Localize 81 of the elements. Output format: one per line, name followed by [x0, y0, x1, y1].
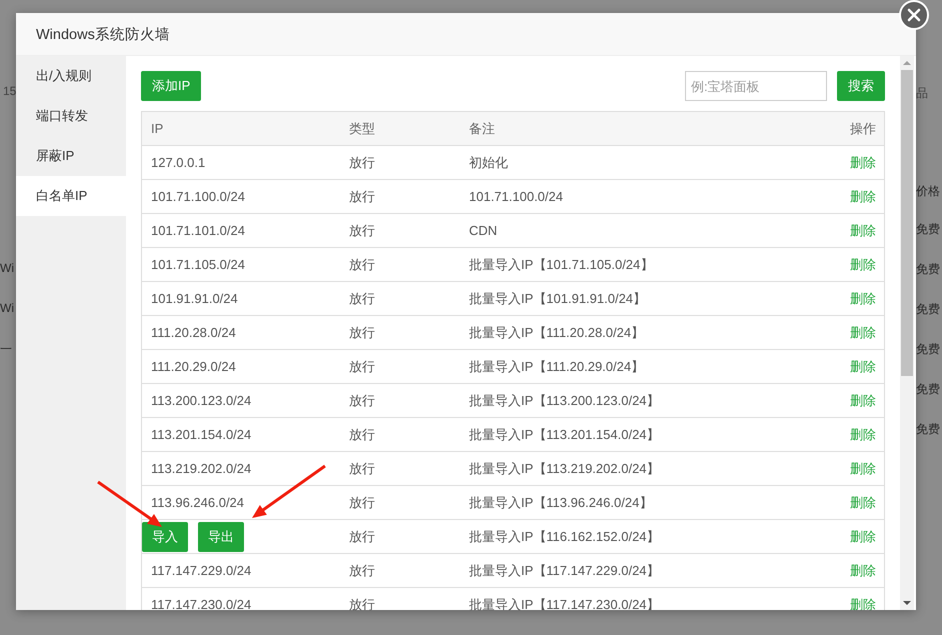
table-cell-text: 117.147.230.0/24: [150, 597, 252, 610]
sidebar-item[interactable]: 屏蔽IP: [16, 136, 126, 176]
table-cell-text: 111.20.28.0/24: [150, 325, 237, 340]
background-text: 免费: [916, 261, 940, 278]
column-header: 操作: [849, 120, 877, 138]
table-cell-text: 批量导入IP【113.201.154.0/24】: [468, 426, 661, 444]
delete-link[interactable]: 删除: [850, 188, 876, 204]
delete-link[interactable]: 删除: [850, 528, 876, 544]
background-text: 价格: [916, 183, 940, 200]
column-header: 类型: [348, 120, 376, 138]
table-cell-text: 101.71.100.0/24: [150, 189, 246, 204]
background-text: 免费: [916, 301, 940, 318]
table-cell-text: 放行: [348, 426, 376, 444]
delete-link[interactable]: 删除: [850, 392, 876, 408]
background-text: 15: [3, 84, 16, 98]
column-header: IP: [150, 121, 164, 136]
delete-link[interactable]: 删除: [850, 596, 876, 610]
table-cell-text: CDN: [468, 223, 498, 238]
import-button[interactable]: 导入: [142, 522, 188, 552]
table-cell-text: 111.20.29.0/24: [150, 359, 237, 374]
table-cell-text: 批量导入IP【113.96.246.0/24】: [468, 494, 654, 512]
background-text: 免费: [916, 221, 940, 238]
table-cell-text: 放行: [348, 562, 376, 580]
table-cell-text: 113.200.123.0/24: [150, 393, 252, 408]
table-cell-text: 117.147.229.0/24: [150, 563, 252, 578]
table-cell-text: 放行: [348, 188, 376, 206]
search-button[interactable]: 搜索: [837, 71, 885, 101]
delete-link[interactable]: 删除: [850, 562, 876, 578]
table-cell-text: 127.0.0.1: [150, 155, 206, 170]
delete-link[interactable]: 删除: [850, 358, 876, 374]
table-cell-text: 批量导入IP【101.91.91.0/24】: [468, 290, 648, 308]
table-cell-text: 放行: [348, 222, 376, 240]
table-cell-text: 批量导入IP【101.71.105.0/24】: [468, 256, 654, 274]
background-text: 一: [0, 341, 12, 358]
delete-link[interactable]: 删除: [850, 154, 876, 170]
table-cell-text: 101.71.105.0/24: [150, 257, 246, 272]
background-text: Wi: [0, 301, 14, 315]
table-cell-text: 放行: [348, 154, 376, 172]
table-cell-text: 放行: [348, 324, 376, 342]
table-cell-text: 放行: [348, 392, 376, 410]
table-cell-text: 101.91.91.0/24: [150, 291, 239, 306]
search-field[interactable]: 例:宝塔面板: [685, 71, 827, 101]
background-text: 品: [916, 85, 928, 102]
table-cell-text: 放行: [348, 528, 376, 546]
delete-link[interactable]: 删除: [850, 222, 876, 238]
table-cell-text: 批量导入IP【111.20.29.0/24】: [468, 358, 646, 376]
table-cell-text: 放行: [348, 494, 376, 512]
table-cell-text: 批量导入IP【113.219.202.0/24】: [468, 460, 661, 478]
delete-link[interactable]: 删除: [850, 426, 876, 442]
sidebar-item[interactable]: 出/入规则: [16, 56, 126, 96]
sidebar-item[interactable]: 端口转发: [16, 96, 126, 136]
table-cell-text: 批量导入IP【113.200.123.0/24】: [468, 392, 661, 410]
table-cell-text: 101.71.101.0/24: [150, 223, 246, 238]
background-text: 免费: [916, 341, 940, 358]
table-cell-text: 101.71.100.0/24: [468, 189, 564, 204]
delete-link[interactable]: 删除: [850, 460, 876, 476]
table-cell-text: 批量导入IP【117.147.229.0/24】: [468, 562, 661, 580]
background-text: Wi: [0, 261, 14, 275]
scrollbar[interactable]: [900, 56, 914, 610]
table-cell-text: 放行: [348, 290, 376, 308]
delete-link[interactable]: 删除: [850, 494, 876, 510]
sidebar-item[interactable]: 白名单IP: [16, 176, 126, 216]
table-cell-text: 放行: [348, 460, 376, 478]
background-text: 免费: [916, 421, 940, 438]
table-cell-text: 放行: [348, 358, 376, 376]
table-cell-text: 批量导入IP【116.162.152.0/24】: [468, 528, 661, 546]
dialog-title: Windows系统防火墙: [36, 26, 170, 44]
export-button[interactable]: 导出: [198, 522, 244, 552]
delete-link[interactable]: 删除: [850, 256, 876, 272]
column-header: 备注: [468, 120, 496, 138]
table-cell-text: 批量导入IP【111.20.28.0/24】: [468, 324, 646, 342]
table-cell-text: 放行: [348, 256, 376, 274]
delete-link[interactable]: 删除: [850, 290, 876, 306]
delete-link[interactable]: 删除: [850, 324, 876, 340]
table-cell-text: 113.219.202.0/24: [150, 461, 252, 476]
table-cell-text: 113.96.246.0/24: [150, 495, 246, 510]
table-cell-text: 初始化: [468, 154, 509, 172]
close-icon[interactable]: [899, 0, 929, 30]
background-text: 免费: [916, 381, 940, 398]
table-cell-text: 113.201.154.0/24: [150, 427, 252, 442]
add-ip-button[interactable]: 添加IP: [141, 71, 202, 101]
